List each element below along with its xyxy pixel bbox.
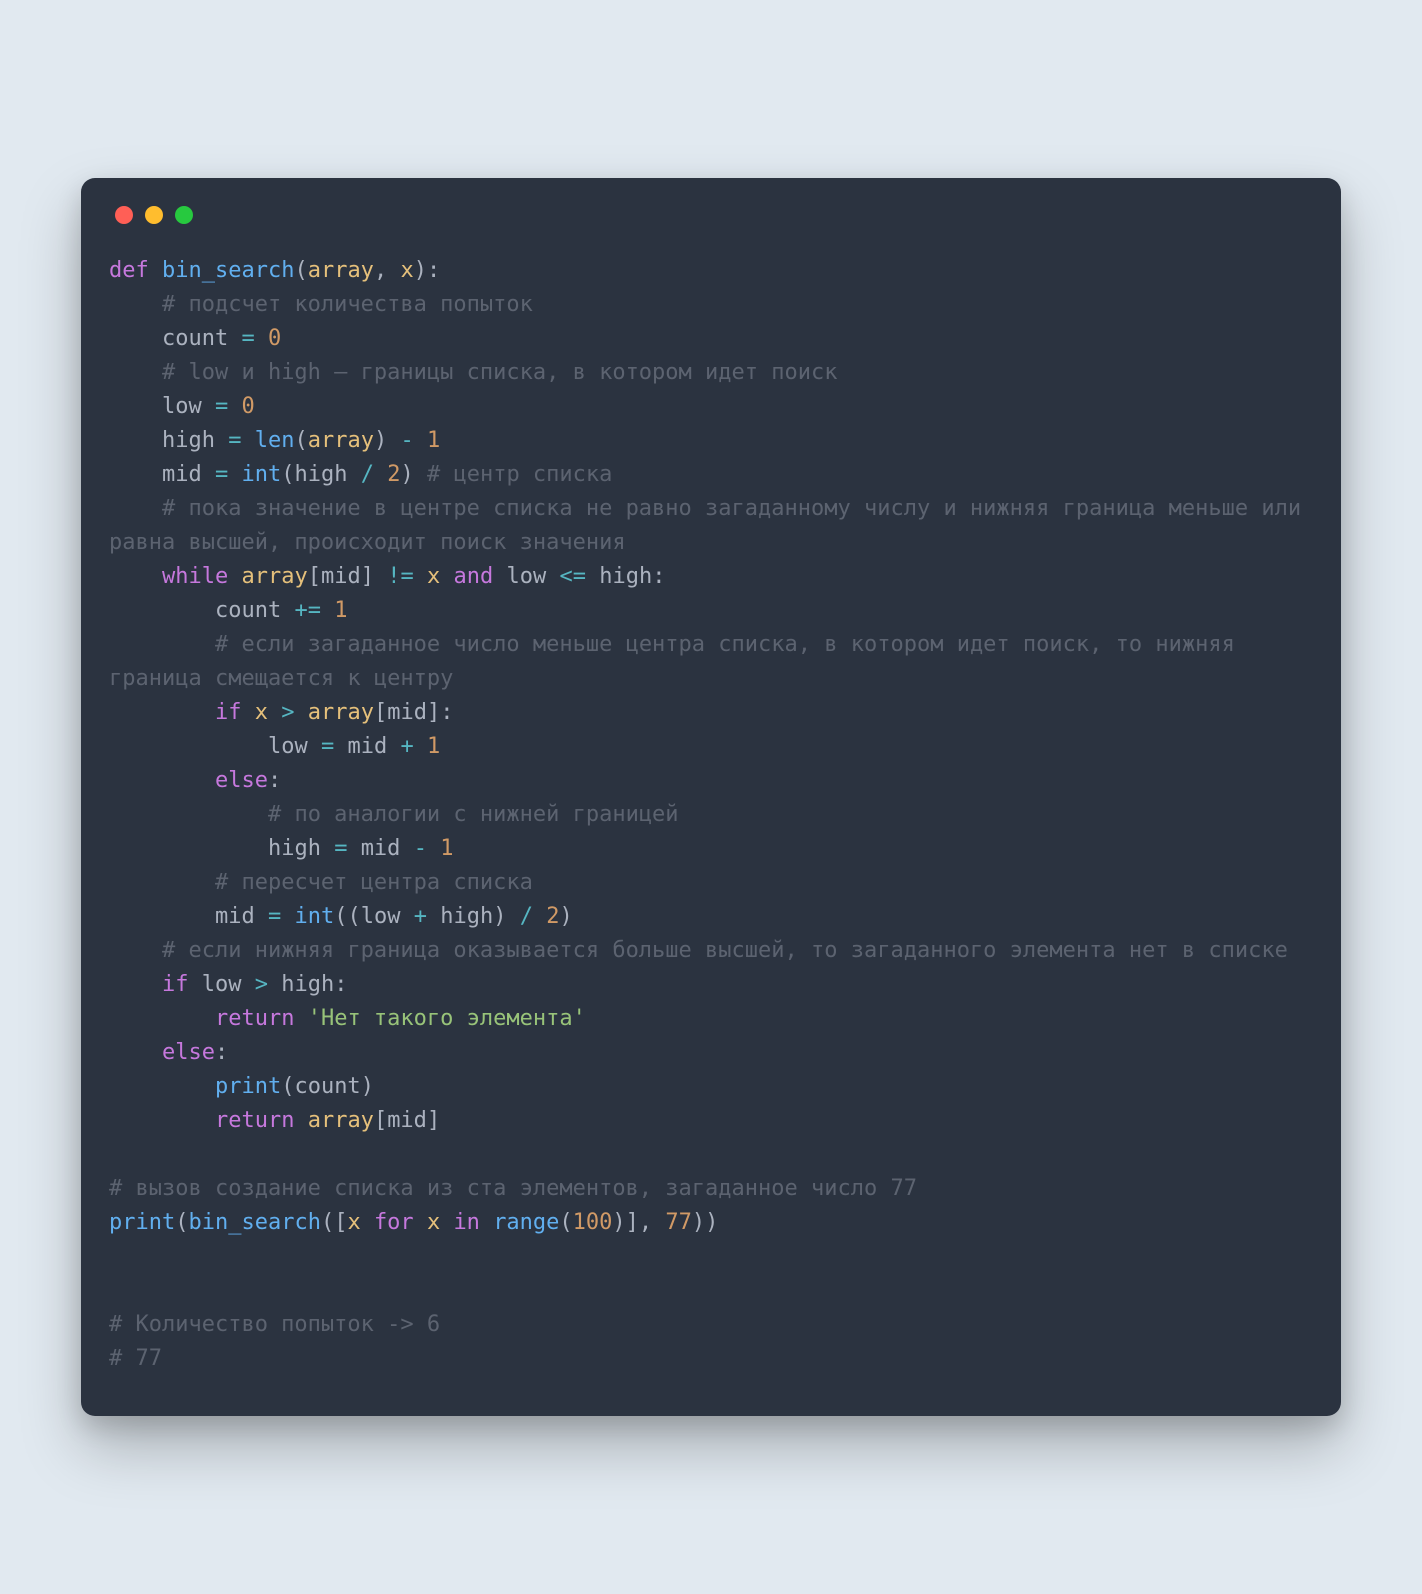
- maximize-icon[interactable]: [175, 206, 193, 224]
- comment: # если загаданное число меньше центра сп…: [109, 632, 1248, 691]
- code-window: def bin_search(array, x): # подсчет коли…: [81, 178, 1341, 1416]
- close-icon[interactable]: [115, 206, 133, 224]
- comment-output: # 77: [109, 1346, 162, 1371]
- kw-def: def: [109, 258, 149, 283]
- comment: # по аналогии с нижней границей: [268, 802, 679, 827]
- comment: # пока значение в центре списка не равно…: [109, 496, 1314, 555]
- comment: # если нижняя граница оказывается больше…: [162, 938, 1288, 963]
- comment: # вызов создание списка из ста элементов…: [109, 1176, 917, 1201]
- string-literal: 'Нет такого элемента': [308, 1006, 586, 1031]
- comment: # подсчет количества попыток: [162, 292, 533, 317]
- param-x: x: [400, 258, 413, 283]
- comment: # пересчет центра списка: [215, 870, 533, 895]
- code-block: def bin_search(array, x): # подсчет коли…: [109, 254, 1313, 1376]
- comment-output: # Количество попыток -> 6: [109, 1312, 440, 1337]
- window-titlebar: [109, 206, 1313, 224]
- minimize-icon[interactable]: [145, 206, 163, 224]
- param-array: array: [308, 258, 374, 283]
- fn-bin-search: bin_search: [162, 258, 294, 283]
- comment: # low и high – границы списка, в котором…: [162, 360, 838, 385]
